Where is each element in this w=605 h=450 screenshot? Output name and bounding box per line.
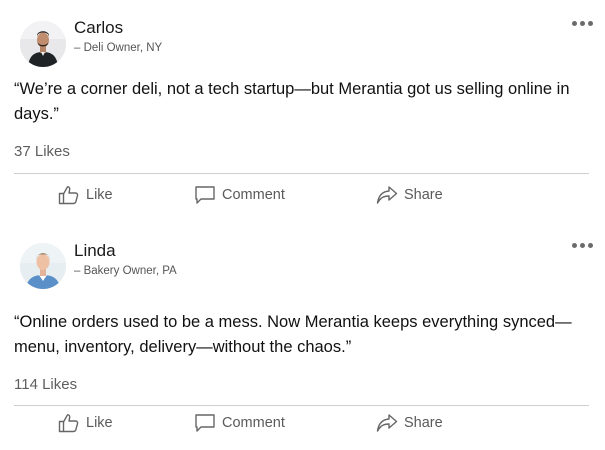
post-quote: “Online orders used to be a mess. Now Me… [14, 313, 572, 356]
more-dots-icon [571, 20, 577, 26]
divider [14, 173, 589, 174]
like-label: Like [86, 415, 113, 431]
avatar-image [20, 243, 66, 289]
share-arrow-icon [376, 186, 398, 204]
share-label: Share [404, 187, 443, 203]
like-button[interactable]: Like [58, 413, 113, 433]
thumbs-up-icon [58, 414, 79, 433]
divider [14, 405, 589, 406]
comment-button[interactable]: Comment [194, 185, 285, 205]
author-name[interactable]: Carlos [74, 18, 123, 38]
thumbs-up-icon [58, 186, 79, 205]
like-button[interactable]: Like [58, 185, 113, 205]
share-label: Share [404, 415, 443, 431]
dot [579, 242, 585, 248]
avatar[interactable] [20, 21, 66, 67]
dot [587, 242, 593, 248]
like-label: Like [86, 187, 113, 203]
author-role: – Bakery Owner, PA [74, 265, 177, 277]
comment-label: Comment [222, 415, 285, 431]
post-card: Carlos – Deli Owner, NY “We’re a corner … [0, 0, 605, 222]
avatar[interactable] [20, 243, 66, 289]
share-button[interactable]: Share [376, 185, 443, 205]
comment-bubble-icon [195, 414, 215, 432]
likes-count[interactable]: 114 Likes [14, 376, 77, 393]
author-role: – Deli Owner, NY [74, 42, 163, 54]
dot [579, 20, 585, 26]
avatar-image [20, 21, 66, 67]
more-options-button[interactable] [569, 16, 595, 30]
post-quote: “We’re a corner deli, not a tech startup… [14, 80, 570, 123]
comment-button[interactable]: Comment [194, 413, 285, 433]
more-dots-icon [571, 242, 577, 248]
likes-count[interactable]: 37 Likes [14, 143, 70, 160]
comment-label: Comment [222, 187, 285, 203]
comment-bubble-icon [195, 186, 215, 204]
dot [587, 20, 593, 26]
share-arrow-icon [376, 414, 398, 432]
share-button[interactable]: Share [376, 413, 443, 433]
post-card: Linda – Bakery Owner, PA “Online orders … [0, 222, 605, 450]
more-options-button[interactable] [569, 238, 595, 252]
author-name[interactable]: Linda [74, 241, 116, 261]
